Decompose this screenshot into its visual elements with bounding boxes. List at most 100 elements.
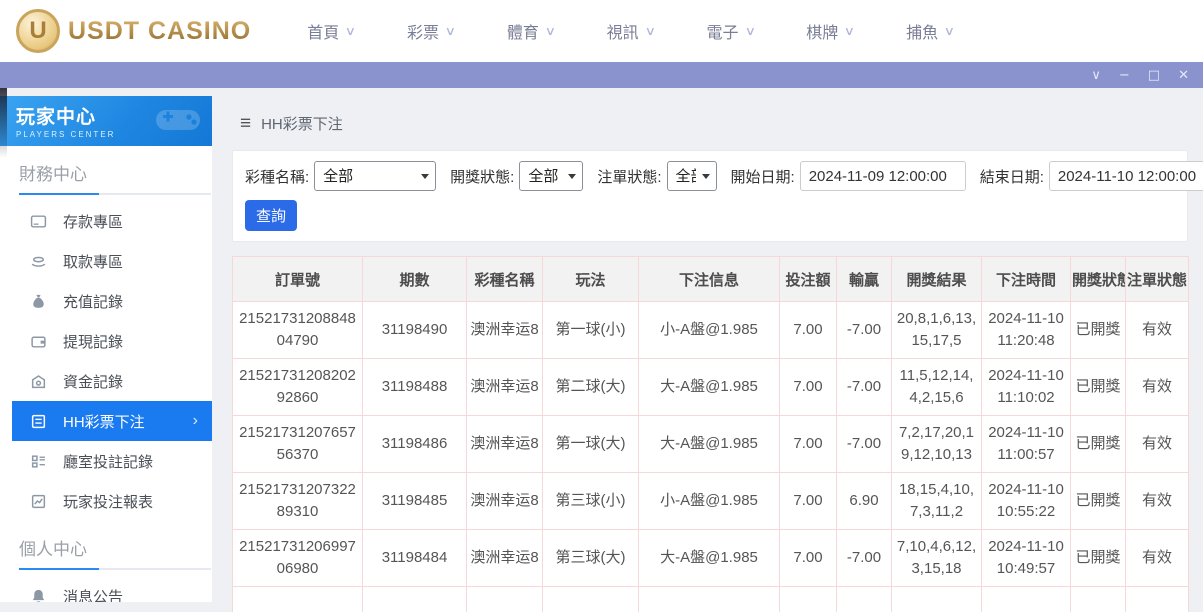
table-cell: 7.00	[779, 472, 837, 530]
sidebar-item-deposit-zone[interactable]: 存款專區 ›	[12, 201, 212, 241]
lottery-type-label: 彩種名稱:	[245, 168, 310, 186]
page-title: HH彩票下注	[261, 115, 343, 133]
nav-item-sports[interactable]: 體育 ∨	[506, 19, 556, 43]
table-cell	[1070, 586, 1126, 612]
chevron-down-icon: ∨	[943, 24, 956, 38]
nav-item-electronic[interactable]: 電子 ∨	[706, 19, 755, 43]
sidebar-item-news-announcement[interactable]: 消息公告 ›	[12, 576, 212, 602]
usdt-casino-logo[interactable]: U USDT CASINO	[16, 9, 251, 53]
nav-item-home[interactable]: 首頁 ∨	[307, 19, 357, 43]
table-cell: 第一球(小)	[542, 301, 639, 359]
end-date-label: 結束日期:	[979, 168, 1044, 186]
nav-item-video[interactable]: 視訊 ∨	[606, 19, 656, 43]
table-cell	[836, 586, 892, 612]
minimize-icon[interactable]: −	[1119, 69, 1130, 82]
table-cell: 2024-11-10 10:49:57	[981, 529, 1071, 587]
room-record-icon	[30, 453, 47, 470]
filter-row: 彩種名稱: 全部 開獎狀態: 全部 注單狀態: 全部 開始日期: 2024-11…	[245, 161, 1203, 191]
sidebar-item-withdraw-zone[interactable]: 取款專區 ›	[12, 241, 212, 281]
table-cell: 小-A盤@1.985	[638, 472, 780, 530]
nav-item-label: 體育	[506, 25, 539, 42]
table-header-cell: 下注時間	[981, 256, 1071, 302]
table-header-cell: 開獎結果	[891, 256, 982, 302]
sidebar-item-label: 消息公告	[63, 588, 124, 603]
sidebar-header: 玩家中心 PLAYERS CENTER	[0, 96, 212, 146]
chevron-down-icon: ∨	[843, 24, 856, 38]
table-cell	[232, 586, 363, 612]
sidebar-item-withdraw-record[interactable]: 提現記錄 ›	[12, 321, 212, 361]
close-icon[interactable]: ✕	[1178, 69, 1189, 82]
table-cell: 大-A盤@1.985	[638, 358, 780, 416]
sidebar-item-hh-lottery-bets[interactable]: HH彩票下注 ›	[12, 401, 212, 441]
table-cell: 澳洲幸运8	[466, 472, 543, 530]
nav-item-label: 首頁	[307, 25, 340, 42]
sidebar-item-label: 取款專區	[63, 253, 124, 271]
draw-status-label: 開獎狀態:	[450, 168, 515, 186]
order-status-select-wrap: 全部	[666, 161, 717, 191]
sidebar-item-label: 充值記錄	[63, 293, 124, 311]
lottery-type-select[interactable]: 全部	[314, 161, 437, 191]
table-cell: 2152173120732289310	[232, 472, 363, 530]
nav-item-lottery[interactable]: 彩票 ∨	[407, 19, 456, 43]
sidebar-item-room-bet-record[interactable]: 廳室投註記錄 ›	[12, 441, 212, 481]
table-cell: 7.00	[779, 415, 837, 473]
sidebar-item-label: 廳室投註記錄	[63, 453, 154, 471]
start-date-input[interactable]	[799, 161, 966, 191]
table-header-cell: 下注信息	[638, 256, 780, 302]
table-cell: 31198488	[362, 358, 467, 416]
table-cell	[638, 586, 780, 612]
maximize-icon[interactable]: □	[1148, 69, 1160, 82]
logo-wordmark: USDT CASINO	[68, 16, 252, 45]
menu-icon[interactable]: ≡	[240, 114, 251, 133]
table-cell: 7.00	[779, 358, 837, 416]
table-cell: 澳洲幸运8	[466, 301, 543, 359]
moneybag-icon	[30, 293, 47, 310]
table-cell: 6.90	[836, 472, 892, 530]
table-cell: 小-A盤@1.985	[638, 301, 780, 359]
table-row-partial	[232, 586, 1189, 612]
table-cell: 澳洲幸运8	[466, 415, 543, 473]
chevron-down-icon[interactable]: ∨	[1091, 69, 1101, 82]
table-cell: 31198490	[362, 301, 467, 359]
table-body: 2152173120884804790 31198490 澳洲幸运8 第一球(小) 小-…	[232, 301, 1189, 612]
sidebar-item-funds-record[interactable]: 資金記錄 ›	[12, 361, 212, 401]
sidebar-item-player-bet-report[interactable]: 玩家投注報表 ›	[12, 481, 212, 521]
order-status-select[interactable]: 全部	[666, 161, 717, 191]
query-button[interactable]: 查詢	[245, 200, 297, 231]
nav-item-label: 視訊	[606, 25, 639, 42]
table-row: 2152173120820292860 31198488 澳洲幸运8 第二球(大) 大-…	[232, 358, 1189, 416]
bell-icon	[30, 588, 47, 602]
section-underline	[19, 193, 211, 195]
wallet-icon	[30, 333, 47, 350]
table-cell: -7.00	[836, 529, 892, 587]
table-cell: 18,15,4,10,7,3,11,2	[891, 472, 982, 530]
table-header-row: 訂單號期數彩種名稱玩法下注信息投注額輸贏開獎結果下注時間開獎狀態注單狀態	[232, 256, 1189, 302]
sidebar-item-recharge-record[interactable]: 充值記錄 ›	[12, 281, 212, 321]
table-cell: 已開獎	[1070, 472, 1126, 530]
end-date-input[interactable]	[1048, 161, 1203, 191]
window-titlebar: ∨ − □ ✕	[0, 62, 1203, 88]
table-cell	[981, 586, 1071, 612]
table-cell: 7.00	[779, 301, 837, 359]
nav-item-chess[interactable]: 棋牌 ∨	[806, 19, 856, 43]
table-cell	[779, 586, 837, 612]
nav-item-fishing[interactable]: 捕魚 ∨	[906, 19, 956, 43]
lottery-doc-icon	[30, 413, 47, 430]
table-cell	[891, 586, 982, 612]
table-header-cell: 開獎狀態	[1070, 256, 1126, 302]
sidebar-item-label: 資金記錄	[63, 373, 124, 391]
table-cell	[542, 586, 639, 612]
sidebar-item-label: 玩家投注報表	[63, 493, 154, 511]
table-cell	[362, 586, 467, 612]
draw-status-select[interactable]: 全部	[519, 161, 584, 191]
table-cell: 2152173120820292860	[232, 358, 363, 416]
table-cell: 已開獎	[1070, 301, 1126, 359]
sidebar-section-label: 個人中心	[19, 540, 87, 559]
table-cell: 已開獎	[1070, 529, 1126, 587]
table-cell: 7,10,4,6,12,3,15,18	[891, 529, 982, 587]
main-nav: 首頁 ∨ 彩票 ∨ 體育 ∨ 視訊 ∨ 電子 ∨ 棋牌 ∨ 捕魚 ∨	[307, 19, 956, 43]
withdraw-hand-icon	[30, 253, 47, 270]
chevron-down-icon: ∨	[344, 24, 357, 38]
order-status-label: 注單狀態:	[597, 168, 662, 186]
table-cell: 有效	[1125, 358, 1189, 416]
